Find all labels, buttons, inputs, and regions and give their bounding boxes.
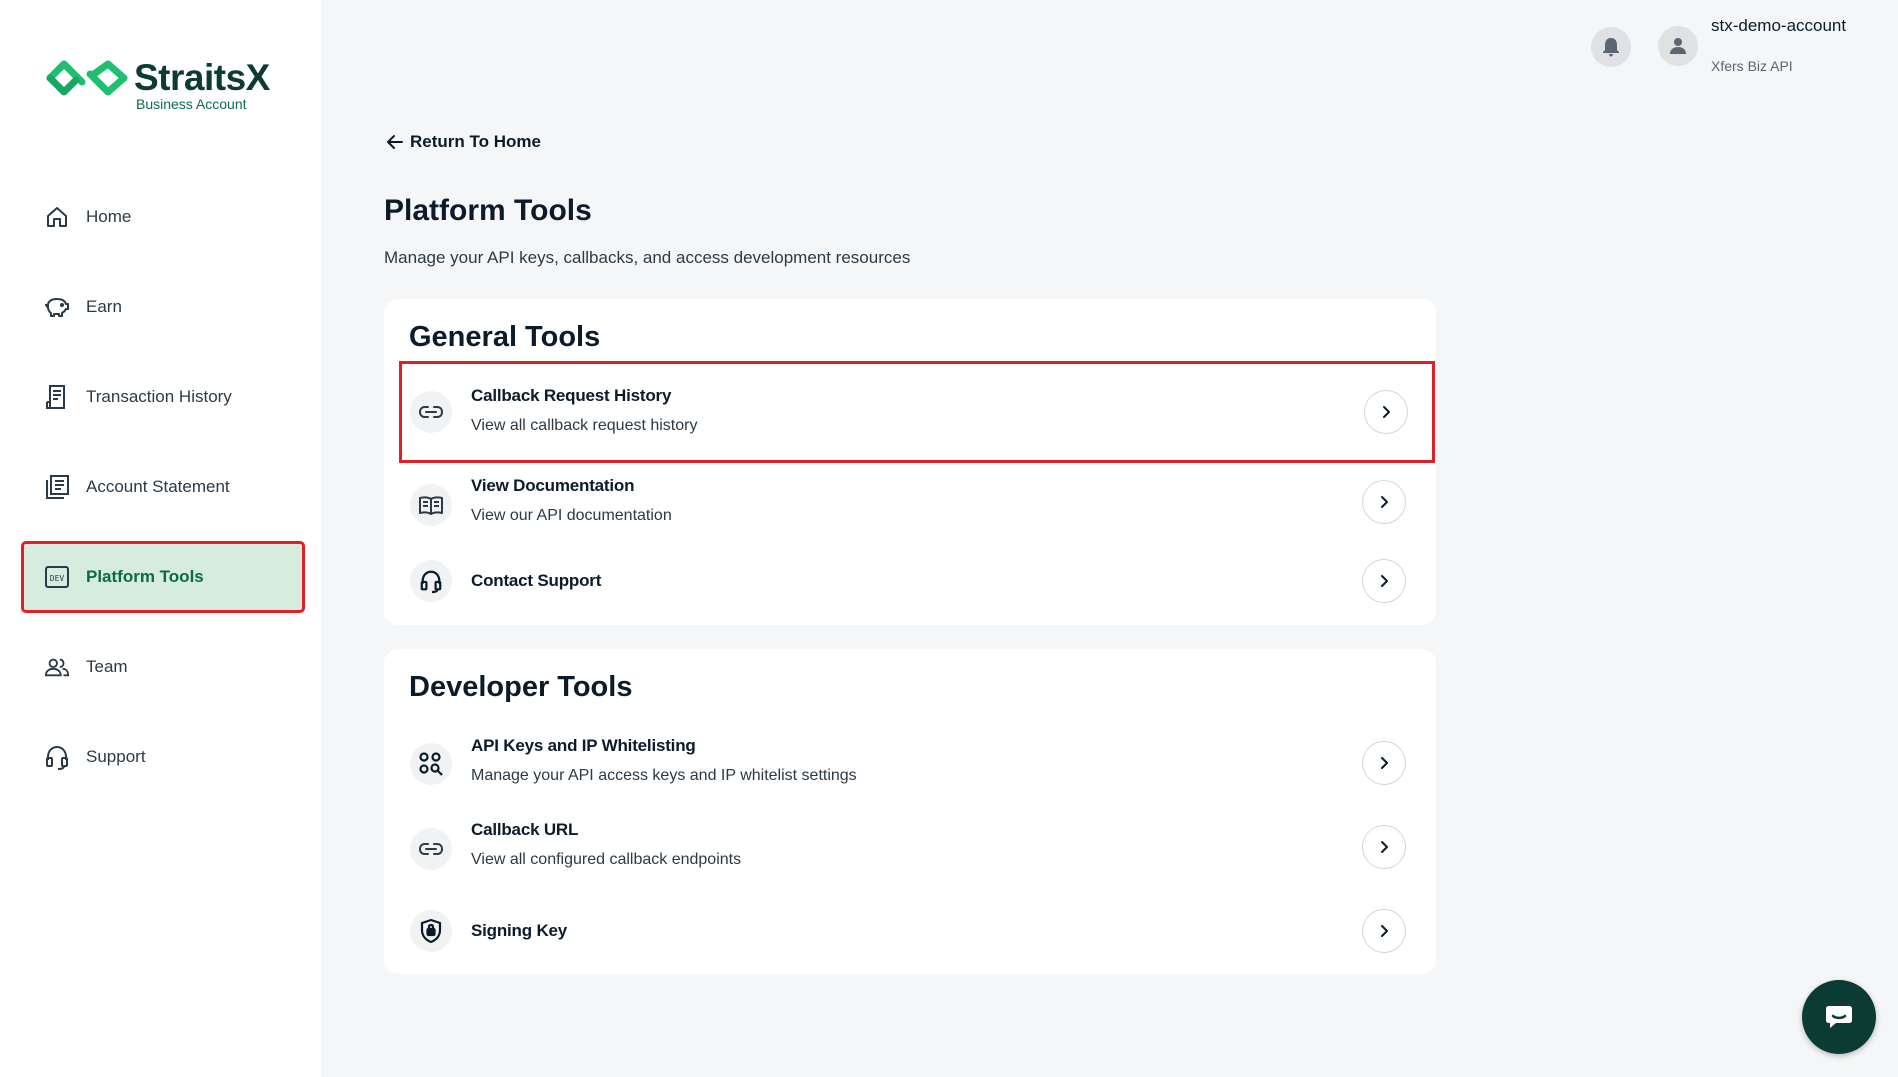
- row-title: Callback URL: [471, 820, 579, 839]
- chevron-right-icon[interactable]: [1362, 559, 1406, 603]
- contact-support-row[interactable]: Contact Support: [402, 549, 1430, 613]
- piggy-bank-icon: [44, 294, 70, 320]
- account-name[interactable]: stx-demo-account: [1711, 16, 1846, 36]
- notifications-button[interactable]: [1591, 27, 1631, 67]
- shield-lock-icon: [410, 910, 452, 952]
- sidebar-item-label: Team: [86, 657, 128, 676]
- bell-icon: [1603, 38, 1619, 57]
- chat-icon: [1826, 1006, 1852, 1028]
- row-title: Signing Key: [471, 921, 568, 940]
- sidebar-item-label: Transaction History: [86, 387, 232, 406]
- chevron-right-icon[interactable]: [1362, 825, 1406, 869]
- developer-tools-title: Developer Tools: [409, 671, 633, 703]
- chevron-right-icon[interactable]: [1364, 390, 1408, 434]
- brand-logo[interactable]: StraitsX Business Account: [46, 58, 270, 112]
- sidebar-item-platform-tools[interactable]: DEV Platform Tools: [21, 541, 305, 613]
- brand-subtitle: Business Account: [136, 96, 247, 112]
- key-search-icon: [410, 743, 452, 785]
- row-subtitle: View all configured callback endpoints: [471, 851, 742, 868]
- view-documentation-row[interactable]: View Documentation View our API document…: [402, 464, 1430, 562]
- sidebar-item-label: Platform Tools: [86, 567, 204, 586]
- developer-tools-card: Developer Tools API Keys and IP Whitelis…: [384, 649, 1436, 974]
- chat-button[interactable]: [1802, 980, 1876, 1054]
- avatar[interactable]: [1658, 26, 1698, 66]
- page-title: Platform Tools: [384, 194, 592, 227]
- row-title: View Documentation: [471, 476, 635, 495]
- brand-name: StraitsX: [134, 57, 270, 98]
- row-subtitle: Manage your API access keys and IP white…: [471, 767, 857, 784]
- signing-key-row[interactable]: Signing Key: [402, 899, 1430, 963]
- dev-icon: DEV: [44, 564, 70, 590]
- account-subtitle: Xfers Biz API: [1711, 58, 1793, 74]
- statement-icon: [44, 474, 70, 500]
- home-icon: [44, 204, 70, 230]
- sidebar-item-earn[interactable]: Earn: [24, 274, 302, 340]
- sidebar-item-support[interactable]: Support: [24, 724, 302, 790]
- chevron-right-icon[interactable]: [1362, 741, 1406, 785]
- sidebar-item-label: Account Statement: [86, 477, 230, 496]
- book-icon: [410, 484, 452, 526]
- row-title: Contact Support: [471, 571, 602, 590]
- svg-text:DEV: DEV: [50, 574, 65, 583]
- sidebar-item-label: Support: [86, 747, 146, 766]
- row-title: Callback Request History: [471, 386, 672, 405]
- chevron-right-icon[interactable]: [1362, 909, 1406, 953]
- callback-request-history-row[interactable]: Callback Request History View all callba…: [399, 361, 1435, 463]
- page-description: Manage your API keys, callbacks, and acc…: [384, 248, 911, 267]
- headset-icon: [44, 744, 70, 770]
- row-subtitle: View all callback request history: [471, 417, 698, 434]
- row-title: API Keys and IP Whitelisting: [471, 736, 696, 755]
- link-icon: [410, 828, 452, 870]
- link-icon: [410, 391, 452, 433]
- sidebar-item-label: Earn: [86, 297, 122, 316]
- return-to-home-label: Return To Home: [410, 132, 541, 151]
- general-tools-card: General Tools Callback Request History V…: [384, 299, 1436, 625]
- row-subtitle: View our API documentation: [471, 507, 672, 524]
- general-tools-title: General Tools: [409, 321, 601, 353]
- api-keys-row[interactable]: API Keys and IP Whitelisting Manage your…: [402, 715, 1430, 813]
- straitsx-logo-icon: [46, 60, 128, 96]
- headset-icon: [410, 560, 452, 602]
- sidebar-item-home[interactable]: Home: [24, 184, 302, 250]
- user-icon: [1670, 38, 1686, 54]
- sidebar: StraitsX Business Account Home Earn Tran…: [0, 0, 321, 1077]
- sidebar-item-transaction-history[interactable]: Transaction History: [24, 364, 302, 430]
- sidebar-item-account-statement[interactable]: Account Statement: [24, 454, 302, 520]
- chevron-right-icon[interactable]: [1362, 480, 1406, 524]
- return-to-home-link[interactable]: Return To Home: [386, 132, 541, 152]
- sidebar-item-label: Home: [86, 207, 132, 226]
- receipt-icon: [44, 384, 70, 410]
- arrow-left-icon: [387, 135, 403, 149]
- sidebar-nav: Home Earn Transaction History Account St…: [21, 184, 305, 814]
- team-icon: [44, 654, 70, 680]
- sidebar-item-team[interactable]: Team: [24, 634, 302, 700]
